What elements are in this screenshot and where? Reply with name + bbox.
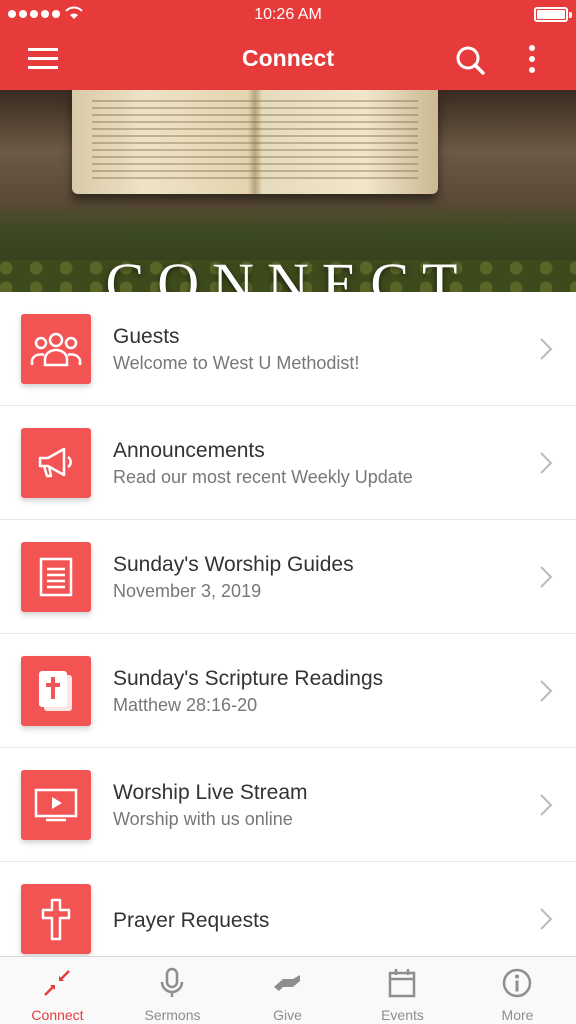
tab-label: Give [273,1007,302,1023]
list-item-guests[interactable]: Guests Welcome to West U Methodist! [0,292,576,406]
tab-label: More [501,1007,534,1023]
group-icon [30,332,82,367]
nav-title: Connect [242,45,334,71]
list-item-subtitle: November 3, 2019 [113,581,262,601]
list-item-title: Sunday's Worship Guides [113,553,354,576]
connect-list: Guests Welcome to West U Methodist! Anno… [0,292,576,956]
tab-events[interactable]: Events [345,957,460,1024]
chevron-right-icon [540,566,553,588]
status-bar: 10:26 AM [0,0,576,30]
tab-sermons[interactable]: Sermons [115,957,230,1024]
chevron-right-icon [540,338,553,360]
tab-connect[interactable]: Connect [0,957,115,1024]
tab-label: Events [381,1007,424,1023]
list-item-worship-guides[interactable]: Sunday's Worship Guides November 3, 2019 [0,520,576,634]
list-item-subtitle: Welcome to West U Methodist! [113,353,360,373]
cross-icon [41,898,71,941]
list-item-title: Sunday's Scripture Readings [113,667,384,690]
list-item-title: Prayer Requests [113,909,270,932]
info-icon [502,968,532,998]
give-hand-icon [274,975,300,991]
chevron-right-icon [540,452,553,474]
battery-icon [534,7,568,22]
list-item-title: Worship Live Stream [113,781,308,804]
tab-label: Connect [31,1007,84,1023]
list-item-title: Guests [113,325,180,348]
hero-banner: CONNECT [0,90,576,292]
chevron-right-icon [540,908,553,930]
search-icon[interactable] [452,42,488,78]
document-icon [39,557,73,597]
list-item-subtitle: Matthew 28:16-20 [113,695,258,715]
megaphone-icon [38,447,72,478]
bible-icon [39,671,72,711]
tab-more[interactable]: More [460,957,575,1024]
status-time: 10:26 AM [254,6,322,23]
tab-bar: Connect Sermons Give Events More [0,956,576,1024]
list-item-live-stream[interactable]: Worship Live Stream Worship with us onli… [0,748,576,862]
list-item-subtitle: Worship with us online [113,809,293,829]
hero-title: CONNECT [105,251,471,292]
list-item-scripture-readings[interactable]: Sunday's Scripture Readings Matthew 28:1… [0,634,576,748]
tab-give[interactable]: Give [230,957,345,1024]
microphone-icon [160,967,184,997]
tab-label: Sermons [144,1007,201,1023]
chevron-right-icon [540,680,553,702]
bible-photo [72,90,438,194]
list-item-announcements[interactable]: Announcements Read our most recent Weekl… [0,406,576,520]
nav-bar: Connect [0,30,576,90]
more-vertical-icon[interactable] [518,42,546,78]
tv-play-icon [34,788,78,822]
list-item-subtitle: Read our most recent Weekly Update [113,467,413,487]
list-item-prayer-requests[interactable]: Prayer Requests [0,862,576,956]
connect-arrows-icon [44,970,70,996]
calendar-icon [388,969,416,998]
chevron-right-icon [540,794,553,816]
list-item-title: Announcements [113,439,265,462]
